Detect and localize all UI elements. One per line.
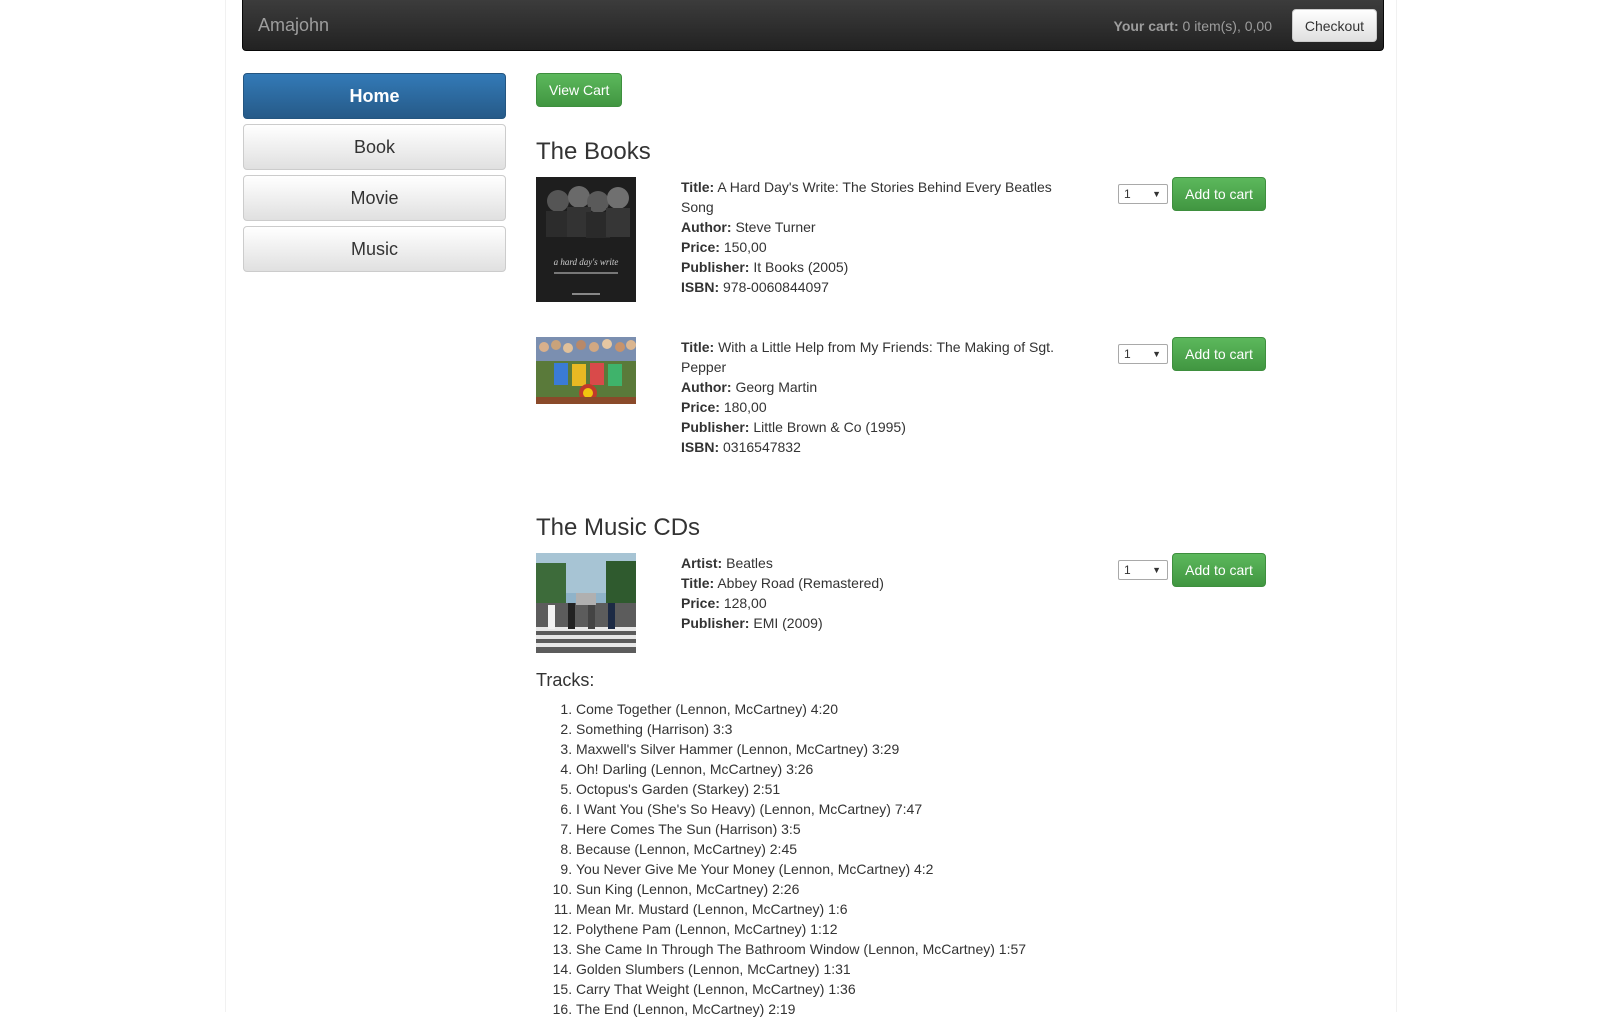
book-cover-image[interactable]: a hard day's write <box>536 177 636 302</box>
cd-publisher: Publisher: EMI (2009) <box>681 615 823 631</box>
checkout-button[interactable]: Checkout <box>1291 9 1377 42</box>
quantity-select[interactable]: 1 ▼ <box>1118 184 1168 204</box>
track-item: Octopus's Garden (Starkey) 2:51 <box>576 779 1026 799</box>
cd-artist: Artist: Beatles <box>681 555 773 571</box>
cart-value: 0 item(s), 0,00 <box>1178 18 1273 34</box>
sidebar-item-home[interactable]: Home <box>243 73 506 119</box>
quantity-select[interactable]: 1 ▼ <box>1118 344 1168 364</box>
book-author: Author: Steve Turner <box>681 219 816 235</box>
book-isbn: ISBN: 0316547832 <box>681 439 801 455</box>
track-item: Oh! Darling (Lennon, McCartney) 3:26 <box>576 759 1026 779</box>
chevron-down-icon: ▼ <box>1152 565 1161 575</box>
book-isbn: ISBN: 978-0060844097 <box>681 279 829 295</box>
book-title: Title: With a Little Help from My Friend… <box>681 339 1054 375</box>
cart-summary: Your cart: 0 item(s), 0,00 <box>1114 18 1272 34</box>
sidebar-nav: Home Book Movie Music <box>243 73 506 277</box>
books-heading: The Books <box>536 138 651 165</box>
track-list: Come Together (Lennon, McCartney) 4:20 S… <box>536 699 1026 1019</box>
cart-label: Your cart: <box>1113 18 1179 34</box>
quantity-select[interactable]: 1 ▼ <box>1118 560 1168 580</box>
book-author: Author: Georg Martin <box>681 379 818 395</box>
sidebar-item-movie[interactable]: Movie <box>243 175 506 221</box>
track-item: Carry That Weight (Lennon, McCartney) 1:… <box>576 979 1026 999</box>
top-navbar: Amajohn Your cart: 0 item(s), 0,00 Check… <box>242 0 1384 51</box>
add-to-cart-button[interactable]: Add to cart <box>1172 553 1266 587</box>
track-item: Because (Lennon, McCartney) 2:45 <box>576 839 1026 859</box>
chevron-down-icon: ▼ <box>1152 189 1161 199</box>
book-cover-image[interactable] <box>536 337 636 404</box>
add-to-cart-button[interactable]: Add to cart <box>1172 337 1266 371</box>
cd-title: Title: Abbey Road (Remastered) <box>681 575 884 591</box>
track-item: Mean Mr. Mustard (Lennon, McCartney) 1:6 <box>576 899 1026 919</box>
music-cds-heading: The Music CDs <box>536 514 701 541</box>
book-title: Title: A Hard Day's Write: The Stories B… <box>681 179 1052 215</box>
track-item: Come Together (Lennon, McCartney) 4:20 <box>576 699 1026 719</box>
add-to-cart-button[interactable]: Add to cart <box>1172 177 1266 211</box>
track-item: I Want You (She's So Heavy) (Lennon, McC… <box>576 799 1026 819</box>
brand-logo[interactable]: Amajohn <box>258 15 329 36</box>
view-cart-button[interactable]: View Cart <box>536 73 623 107</box>
book-details: Title: A Hard Day's Write: The Stories B… <box>681 177 1061 297</box>
book-publisher: Publisher: It Books (2005) <box>681 259 849 275</box>
track-item: The End (Lennon, McCartney) 2:19 <box>576 999 1026 1019</box>
book-price: Price: 150,00 <box>681 239 767 255</box>
chevron-down-icon: ▼ <box>1152 349 1161 359</box>
track-item: Golden Slumbers (Lennon, McCartney) 1:31 <box>576 959 1026 979</box>
track-item: You Never Give Me Your Money (Lennon, Mc… <box>576 859 1026 879</box>
track-item: Here Comes The Sun (Harrison) 3:5 <box>576 819 1026 839</box>
cd-price: Price: 128,00 <box>681 595 767 611</box>
cd-cover-image[interactable] <box>536 553 636 653</box>
track-item: Maxwell's Silver Hammer (Lennon, McCartn… <box>576 739 1026 759</box>
sidebar-item-book[interactable]: Book <box>243 124 506 170</box>
track-item: Something (Harrison) 3:3 <box>576 719 1026 739</box>
book-price: Price: 180,00 <box>681 399 767 415</box>
cd-details: Artist: Beatles Title: Abbey Road (Remas… <box>681 553 1061 633</box>
sidebar-item-music[interactable]: Music <box>243 226 506 272</box>
tracks-label: Tracks: <box>536 670 595 690</box>
track-item: She Came In Through The Bathroom Window … <box>576 939 1026 959</box>
book-publisher: Publisher: Little Brown & Co (1995) <box>681 419 906 435</box>
svg-text:a hard day's write: a hard day's write <box>554 257 619 267</box>
track-item: Polythene Pam (Lennon, McCartney) 1:12 <box>576 919 1026 939</box>
track-item: Sun King (Lennon, McCartney) 2:26 <box>576 879 1026 899</box>
book-details: Title: With a Little Help from My Friend… <box>681 337 1061 457</box>
